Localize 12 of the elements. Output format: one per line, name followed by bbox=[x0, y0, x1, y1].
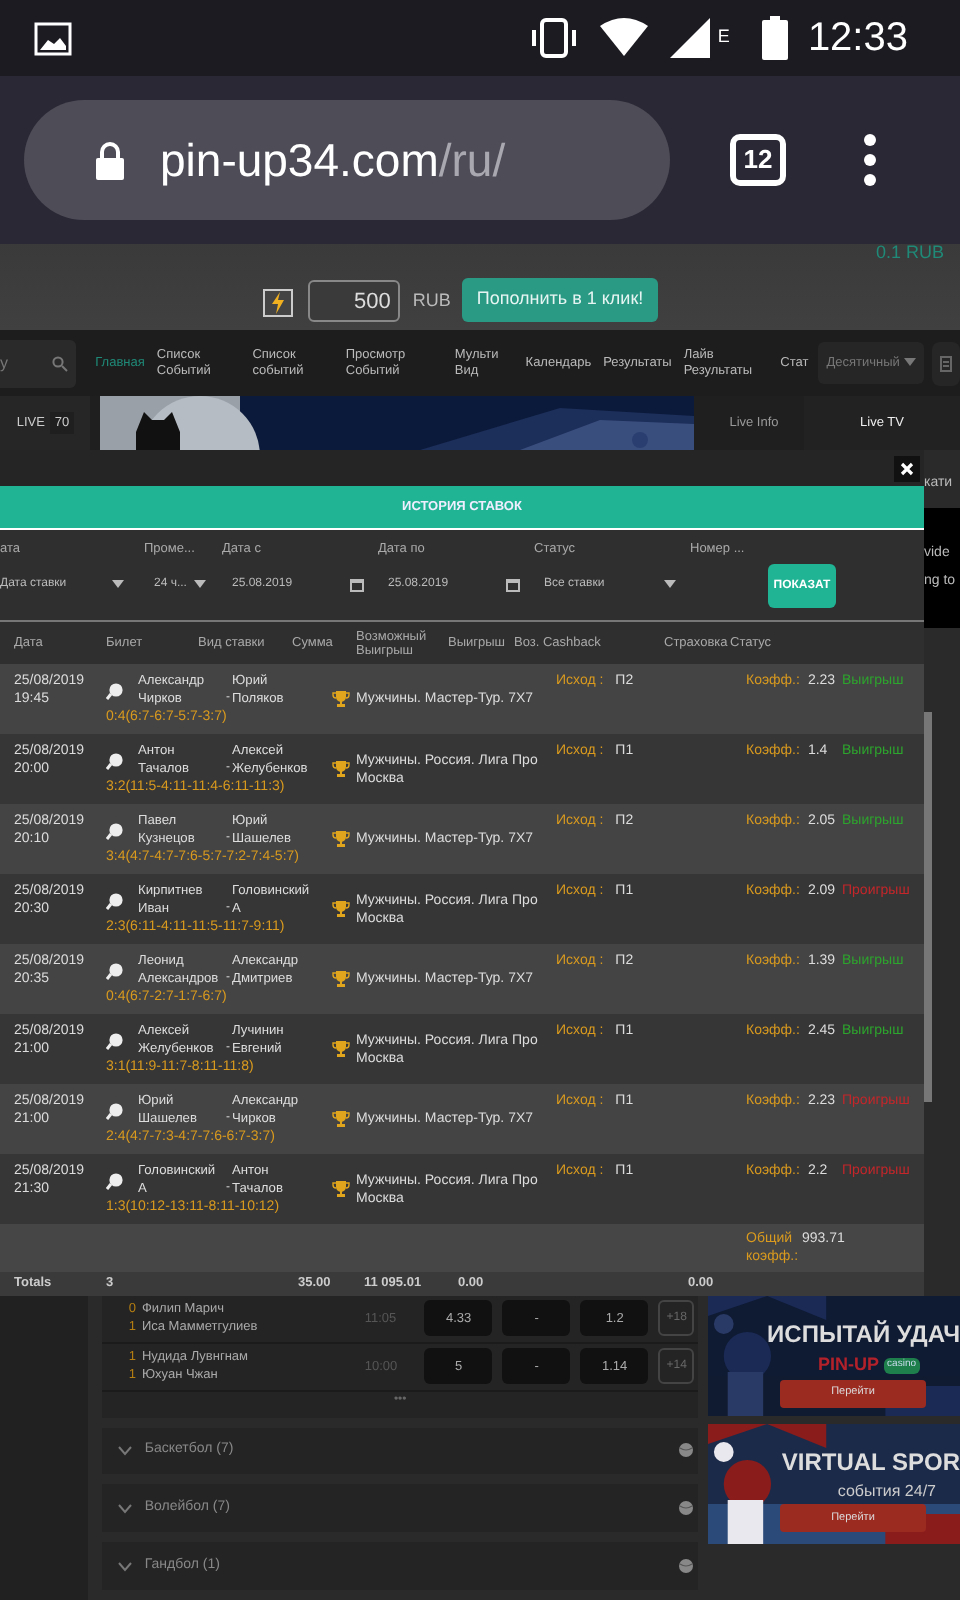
ad-subtitle: события 24/7 bbox=[837, 1480, 936, 1504]
ad-headline: ИСПЫТАЙ УДАЧ bbox=[767, 1318, 960, 1352]
address-bar[interactable]: pin-up34.com/ru/ bbox=[24, 100, 670, 220]
url-text: pin-up34.com/ru/ bbox=[160, 131, 506, 190]
currency-label: RUB bbox=[412, 287, 451, 313]
tab-count-button[interactable]: 12 bbox=[730, 134, 786, 186]
brand-logo-text: PIN-UP bbox=[818, 1352, 880, 1378]
ad-headline: VIRTUAL SPOR bbox=[781, 1446, 960, 1480]
network-type-label: E bbox=[717, 24, 730, 51]
clock: 12:33 bbox=[807, 14, 908, 64]
balance-text: 0.1 RUB bbox=[875, 244, 944, 262]
deposit-amount-field[interactable]: 500 bbox=[308, 280, 401, 322]
